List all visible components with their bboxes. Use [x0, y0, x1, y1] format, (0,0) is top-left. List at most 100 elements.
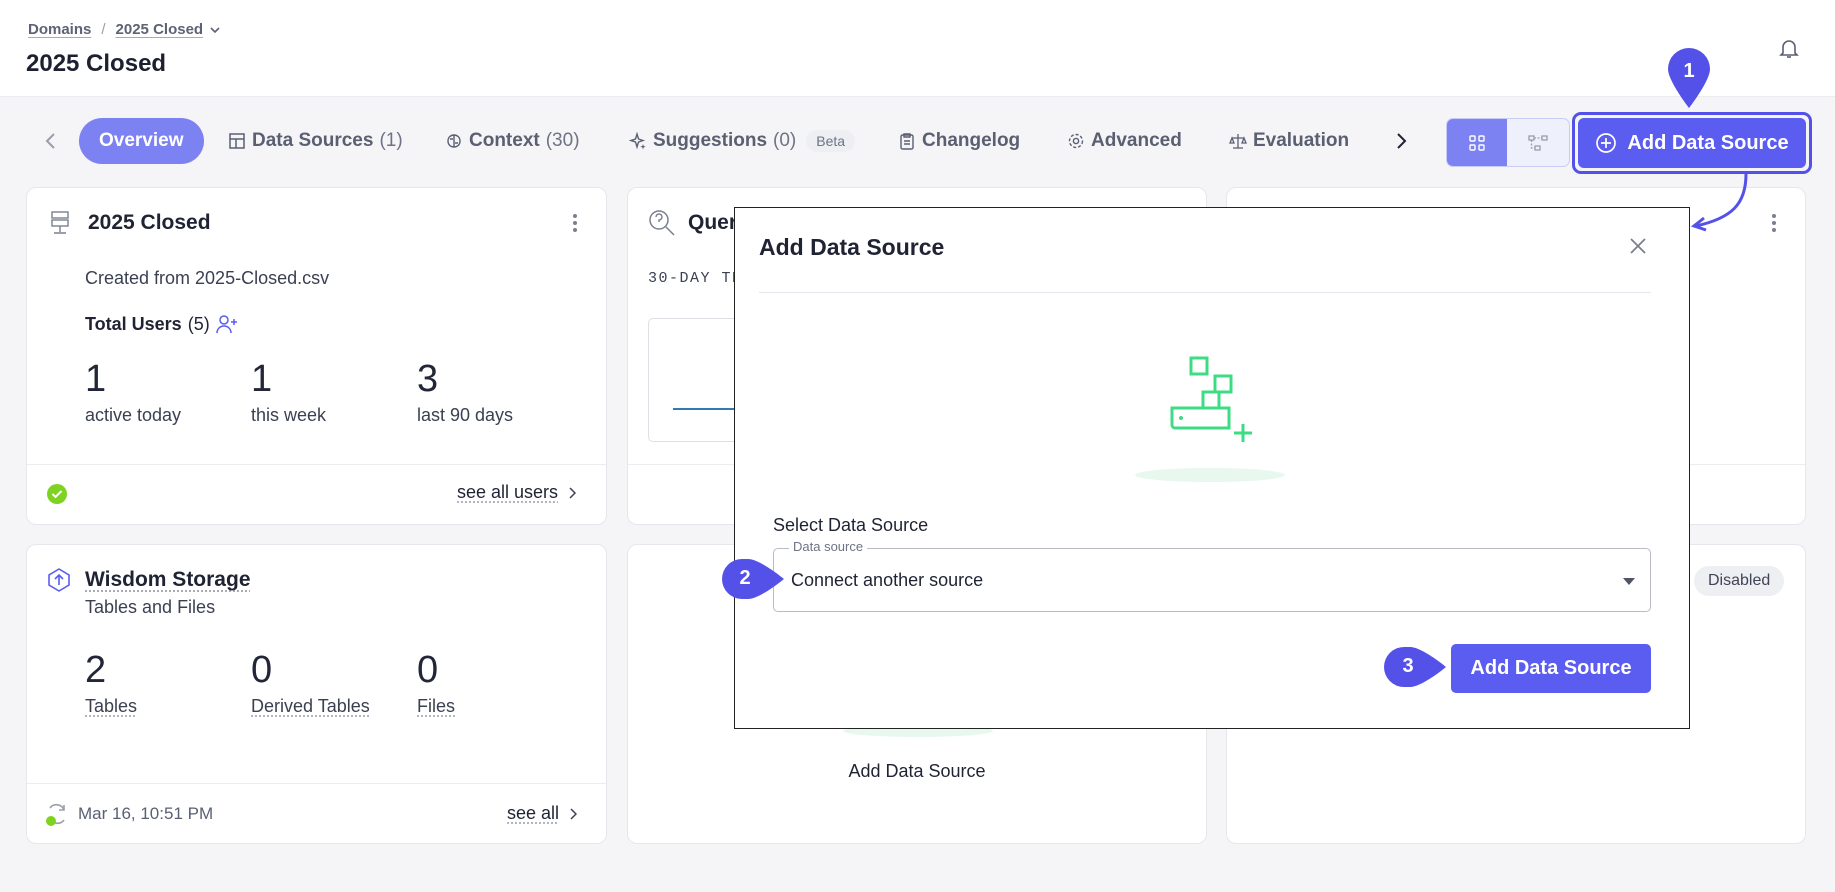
step-marker-3-number: 3 — [1402, 655, 1414, 677]
data-source-select-value: Connect another source — [791, 570, 984, 590]
tab-data-sources-count: (1) — [379, 130, 403, 151]
illustration-shadow — [1135, 468, 1285, 482]
stat-tables-value: 2 — [85, 649, 107, 691]
grid-icon — [1469, 134, 1485, 151]
plus-circle-icon — [1596, 133, 1617, 153]
stat-active-today-value: 1 — [85, 358, 107, 400]
wisdom-storage-title[interactable]: Wisdom Storage — [85, 568, 251, 592]
storage-upload-icon — [48, 568, 70, 592]
tab-data-sources-label: Data Sources — [252, 130, 374, 151]
tab-advanced[interactable]: Advanced — [1067, 118, 1182, 164]
graph-icon — [1528, 134, 1548, 151]
tab-suggestions-count: (0) — [773, 130, 797, 151]
grid-view-button[interactable] — [1447, 119, 1507, 166]
card-divider — [27, 464, 606, 465]
caret-down-icon[interactable] — [1623, 578, 1635, 585]
add-data-source-button[interactable]: Add Data Source — [1578, 118, 1806, 168]
step-marker-1-number: 1 — [1683, 60, 1695, 82]
breadcrumb-current-link[interactable]: 2025 Closed — [116, 21, 204, 38]
view-toggle — [1446, 118, 1570, 167]
see-all-users-link[interactable]: see all users — [457, 482, 577, 503]
stat-tables-label[interactable]: Tables — [85, 696, 137, 717]
add-user-icon[interactable] — [215, 313, 238, 335]
graph-view-button[interactable] — [1508, 119, 1568, 166]
dialog-title: Add Data Source — [759, 234, 945, 260]
total-users-row: Total Users (5) — [85, 313, 238, 335]
add-data-source-dialog: Add Data Source Select Data Source Data … — [734, 207, 1690, 729]
query-card-subtitle: 30-DAY TR — [648, 270, 743, 287]
sync-icon — [46, 803, 65, 826]
tab-overview-label: Overview — [99, 130, 184, 151]
total-users-count: (5) — [187, 313, 210, 334]
domain-card-title: 2025 Closed — [88, 211, 211, 234]
gear-icon — [1068, 133, 1084, 149]
stat-derived-tables-label[interactable]: Derived Tables — [251, 696, 370, 717]
search-question-icon — [649, 210, 675, 236]
tab-advanced-label: Advanced — [1091, 130, 1182, 151]
data-source-illustration-icon — [1170, 356, 1252, 442]
tabs-scroll-left-button[interactable] — [36, 124, 66, 158]
chevron-right-icon — [570, 807, 578, 820]
breadcrumb: Domains / 2025 Closed — [28, 21, 221, 38]
tab-context-label: Context — [469, 130, 540, 151]
stat-last-90-value: 3 — [417, 358, 439, 400]
chevron-left-icon — [45, 133, 55, 149]
domain-summary-card: 2025 Closed Created from 2025-Closed.csv… — [26, 187, 607, 525]
data-source-field-legend: Data source — [789, 539, 868, 554]
empty-card-add-source-label[interactable]: Add Data Source — [628, 761, 1206, 782]
stat-derived-tables-value: 0 — [251, 649, 273, 691]
see-all-users-label: see all users — [457, 482, 559, 502]
tab-evaluation[interactable]: Evaluation — [1229, 118, 1349, 164]
breadcrumb-domains-link[interactable]: Domains — [28, 21, 91, 38]
tab-changelog-label: Changelog — [922, 130, 1021, 151]
brain-icon — [447, 134, 461, 148]
chevron-down-icon[interactable] — [209, 24, 221, 36]
tab-evaluation-label: Evaluation — [1253, 130, 1350, 151]
created-from-text: Created from 2025-Closed.csv — [85, 268, 330, 288]
tab-context[interactable]: Context (30) — [445, 118, 580, 164]
right-card-menu-button[interactable] — [1771, 214, 1777, 232]
beta-badge: Beta — [806, 130, 856, 152]
tab-overview[interactable]: Overview — [79, 118, 204, 164]
domain-card-menu-button[interactable] — [572, 214, 578, 232]
server-icon — [51, 211, 69, 234]
sparkle-icon — [629, 132, 646, 150]
total-users-label: Total Users — [85, 313, 182, 334]
breadcrumb-separator: / — [101, 21, 106, 38]
close-icon — [1630, 238, 1646, 254]
select-data-source-label: Select Data Source — [773, 515, 929, 535]
tabs-scroll-right-button[interactable] — [1386, 124, 1416, 158]
dialog-add-data-source-button[interactable]: Add Data Source — [1451, 644, 1651, 693]
query-card-title: Quer — [688, 211, 738, 234]
wisdom-storage-card: Wisdom Storage Tables and Files 2 Tables… — [26, 544, 607, 844]
disabled-badge: Disabled — [1694, 566, 1785, 596]
card-divider — [27, 783, 606, 784]
close-button[interactable] — [1625, 234, 1651, 260]
table-icon — [229, 133, 245, 149]
add-data-source-label: Add Data Source — [1627, 131, 1789, 154]
tab-data-sources[interactable]: Data Sources (1) — [228, 118, 403, 164]
wisdom-storage-subtitle: Tables and Files — [85, 597, 216, 617]
see-all-label: see all — [507, 803, 560, 823]
see-all-link[interactable]: see all — [507, 803, 578, 824]
dialog-divider — [759, 292, 1651, 293]
bell-icon[interactable] — [1777, 36, 1801, 60]
stat-this-week-label: this week — [251, 405, 327, 425]
step-marker-2-number: 2 — [739, 567, 751, 589]
callout-arrow — [1690, 173, 1748, 232]
scale-icon — [1229, 134, 1247, 149]
stat-files-label[interactable]: Files — [417, 696, 455, 717]
tab-changelog[interactable]: Changelog — [898, 118, 1020, 164]
page-header: Domains / 2025 Closed 2025 Closed — [0, 0, 1835, 97]
chevron-right-icon — [569, 486, 577, 499]
tab-context-count: (30) — [545, 130, 580, 151]
clipboard-icon — [900, 133, 914, 150]
tab-suggestions[interactable]: Suggestions (0) Beta — [629, 118, 856, 164]
last-sync-timestamp: Mar 16, 10:51 PM — [78, 804, 214, 823]
stat-active-today-label: active today — [85, 405, 182, 425]
chevron-right-icon — [1397, 133, 1407, 149]
tab-suggestions-label: Suggestions — [653, 130, 768, 151]
stat-last-90-label: last 90 days — [417, 405, 514, 425]
page-title: 2025 Closed — [26, 50, 167, 77]
check-circle-icon — [47, 484, 67, 504]
